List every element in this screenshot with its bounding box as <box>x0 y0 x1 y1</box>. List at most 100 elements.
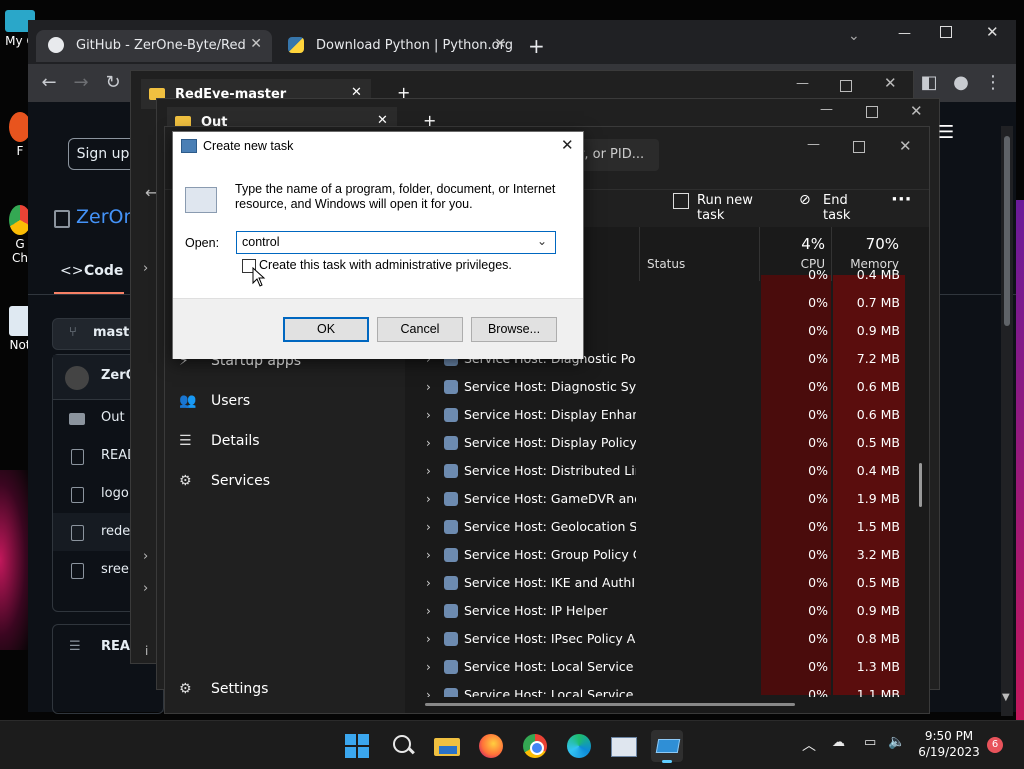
file-icon <box>71 487 84 503</box>
table-row[interactable]: › Service Host: Display Enhance... 0% 0.6 M… <box>420 401 910 429</box>
table-row[interactable]: › Service Host: Group Policy Cli... 0% 3.2 … <box>420 541 910 569</box>
network-icon[interactable]: ▭ <box>864 735 876 750</box>
table-row[interactable]: › Service Host: IP Helper 0% 0.9 MB <box>420 597 910 625</box>
explorer-close-icon[interactable]: ✕ <box>910 102 923 120</box>
nav-item-settings[interactable]: ⚙ Settings <box>179 681 268 697</box>
firefox-icon[interactable] <box>475 730 507 762</box>
cancel-button[interactable]: Cancel <box>377 317 463 342</box>
show-hidden-icons-icon[interactable]: ︿ <box>802 735 816 755</box>
process-name: Service Host: Display Enhance... <box>464 407 636 422</box>
open-combobox[interactable]: control ⌄ <box>236 231 556 254</box>
volume-icon[interactable]: 🔈 <box>888 734 905 750</box>
chevron-right-icon[interactable]: › <box>426 660 431 674</box>
chevron-right-icon[interactable]: › <box>426 632 431 646</box>
start-icon[interactable] <box>341 730 373 762</box>
scrollbar-thumb[interactable] <box>1004 136 1010 326</box>
expand-chevron[interactable]: › <box>143 581 148 596</box>
service-icon <box>444 660 458 674</box>
chevron-right-icon[interactable]: › <box>426 492 431 506</box>
nav-item-details[interactable]: ☰ Details <box>179 433 260 449</box>
nav-item-users[interactable]: 👥 Users <box>179 393 250 409</box>
maximize-icon[interactable] <box>940 26 952 38</box>
tab-search-icon[interactable]: ⌄ <box>848 28 860 44</box>
horizontal-scrollbar[interactable] <box>425 703 795 706</box>
sign-up-button[interactable]: Sign up <box>68 138 138 170</box>
chevron-right-icon[interactable]: › <box>426 408 431 422</box>
explorer-minimize-icon[interactable]: — <box>820 102 833 117</box>
clock[interactable]: 9:50 PM 6/19/2023 <box>918 729 980 759</box>
table-row[interactable]: › Service Host: Distributed Link ... 0% 0.4… <box>420 457 910 485</box>
scroll-down-icon[interactable]: ▼ <box>1002 692 1010 703</box>
chevron-right-icon[interactable]: › <box>426 436 431 450</box>
tm-search-box[interactable]: r, or PID... <box>575 139 659 171</box>
notification-badge[interactable]: 6 <box>987 737 1003 753</box>
tab-github[interactable]: GitHub - ZerOne-Byte/RedEye: V ✕ <box>36 30 272 62</box>
chevron-down-icon[interactable]: ⌄ <box>537 234 547 248</box>
dialog-close-icon[interactable]: ✕ <box>561 136 574 154</box>
run-new-task-button[interactable]: Run new task <box>671 191 775 223</box>
clock-date: 6/19/2023 <box>918 745 980 759</box>
tm-maximize-icon[interactable] <box>853 141 865 153</box>
explorer-maximize-icon[interactable] <box>866 106 878 118</box>
table-row[interactable]: › Service Host: Local Service (N... 0% 1.3 … <box>420 653 910 681</box>
ok-button[interactable]: OK <box>283 317 369 342</box>
task-manager-icon[interactable] <box>607 730 639 762</box>
run-icon[interactable] <box>651 730 683 763</box>
close-window-icon[interactable]: ✕ <box>986 23 999 41</box>
chrome-icon[interactable] <box>519 730 551 762</box>
wallpaper-glow-left <box>0 470 30 650</box>
table-row[interactable]: › Service Host: GameDVR and B... 0% 1.9 MB <box>420 485 910 513</box>
table-row[interactable]: › Service Host: Geolocation Serv... 0% 1.5 … <box>420 513 910 541</box>
more-options-icon[interactable]: ··· <box>891 189 912 210</box>
table-row[interactable]: › Service Host: IKE and AuthIP I... 0% 0.5 … <box>420 569 910 597</box>
column-header-status[interactable]: Status <box>647 257 685 271</box>
side-panel-icon[interactable]: ◧ <box>916 70 942 96</box>
file-name: Out <box>101 410 125 425</box>
table-row[interactable]: › Service Host: IPsec Policy Agent 0% 0.8 M… <box>420 625 910 653</box>
expand-chevron[interactable]: › <box>143 549 148 564</box>
chevron-right-icon[interactable]: › <box>426 380 431 394</box>
chevron-right-icon[interactable]: › <box>426 520 431 534</box>
run-program-icon <box>185 187 217 213</box>
end-task-icon: ⊘ <box>799 192 811 208</box>
open-input[interactable]: control <box>242 235 280 249</box>
chevron-right-icon[interactable]: › <box>426 464 431 478</box>
hamburger-menu-icon[interactable]: ☰ <box>938 122 954 143</box>
table-row[interactable]: › Service Host: Display Policy Se... 0% 0.5… <box>420 429 910 457</box>
process-name: Service Host: IP Helper <box>464 603 608 618</box>
expand-chevron[interactable]: › <box>143 261 148 276</box>
explorer-maximize-icon[interactable] <box>840 80 852 92</box>
reload-icon[interactable]: ↻ <box>100 70 126 96</box>
page-scrollbar[interactable]: ▼ <box>1001 126 1013 716</box>
repo-owner-link[interactable]: ZerOn <box>76 206 136 228</box>
close-icon[interactable]: ✕ <box>494 36 506 52</box>
search-icon[interactable] <box>387 730 419 762</box>
end-task-button[interactable]: ⊘ End task <box>797 191 877 223</box>
forward-icon[interactable]: → <box>68 70 94 96</box>
vertical-scrollbar[interactable] <box>919 463 922 507</box>
chevron-right-icon[interactable]: › <box>426 604 431 618</box>
browse-button[interactable]: Browse... <box>471 317 557 342</box>
tab-python[interactable]: Download Python | Python.org ✕ <box>276 30 516 62</box>
tm-close-icon[interactable]: ✕ <box>899 137 912 155</box>
tm-minimize-icon[interactable]: — <box>807 137 820 152</box>
nav-item-services[interactable]: ⚙ Services <box>179 473 270 489</box>
menu-kebab-icon[interactable]: ⋮ <box>980 70 1006 96</box>
minimize-icon[interactable]: — <box>898 26 911 41</box>
end-task-label: End task <box>823 193 851 223</box>
explorer-minimize-icon[interactable]: — <box>796 76 809 91</box>
edge-icon[interactable] <box>563 730 595 762</box>
tab-code[interactable]: Code <box>84 263 123 279</box>
table-row[interactable]: › Service Host: Diagnostic Syste... 0% 0.6 … <box>420 373 910 401</box>
profile-icon[interactable]: ● <box>948 70 974 96</box>
chevron-right-icon[interactable]: › <box>426 548 431 562</box>
cloud-offline-icon[interactable]: ☁ <box>832 735 845 750</box>
cpu-percent: 4% <box>801 235 825 253</box>
back-icon[interactable]: ← <box>36 70 62 96</box>
close-icon[interactable]: ✕ <box>250 36 262 52</box>
new-tab-button[interactable]: + <box>528 34 545 58</box>
admin-checkbox-label[interactable]: Create this task with administrative pri… <box>259 258 512 272</box>
explorer-close-icon[interactable]: ✕ <box>884 74 897 92</box>
chevron-right-icon[interactable]: › <box>426 576 431 590</box>
file-explorer-icon[interactable] <box>431 730 463 762</box>
